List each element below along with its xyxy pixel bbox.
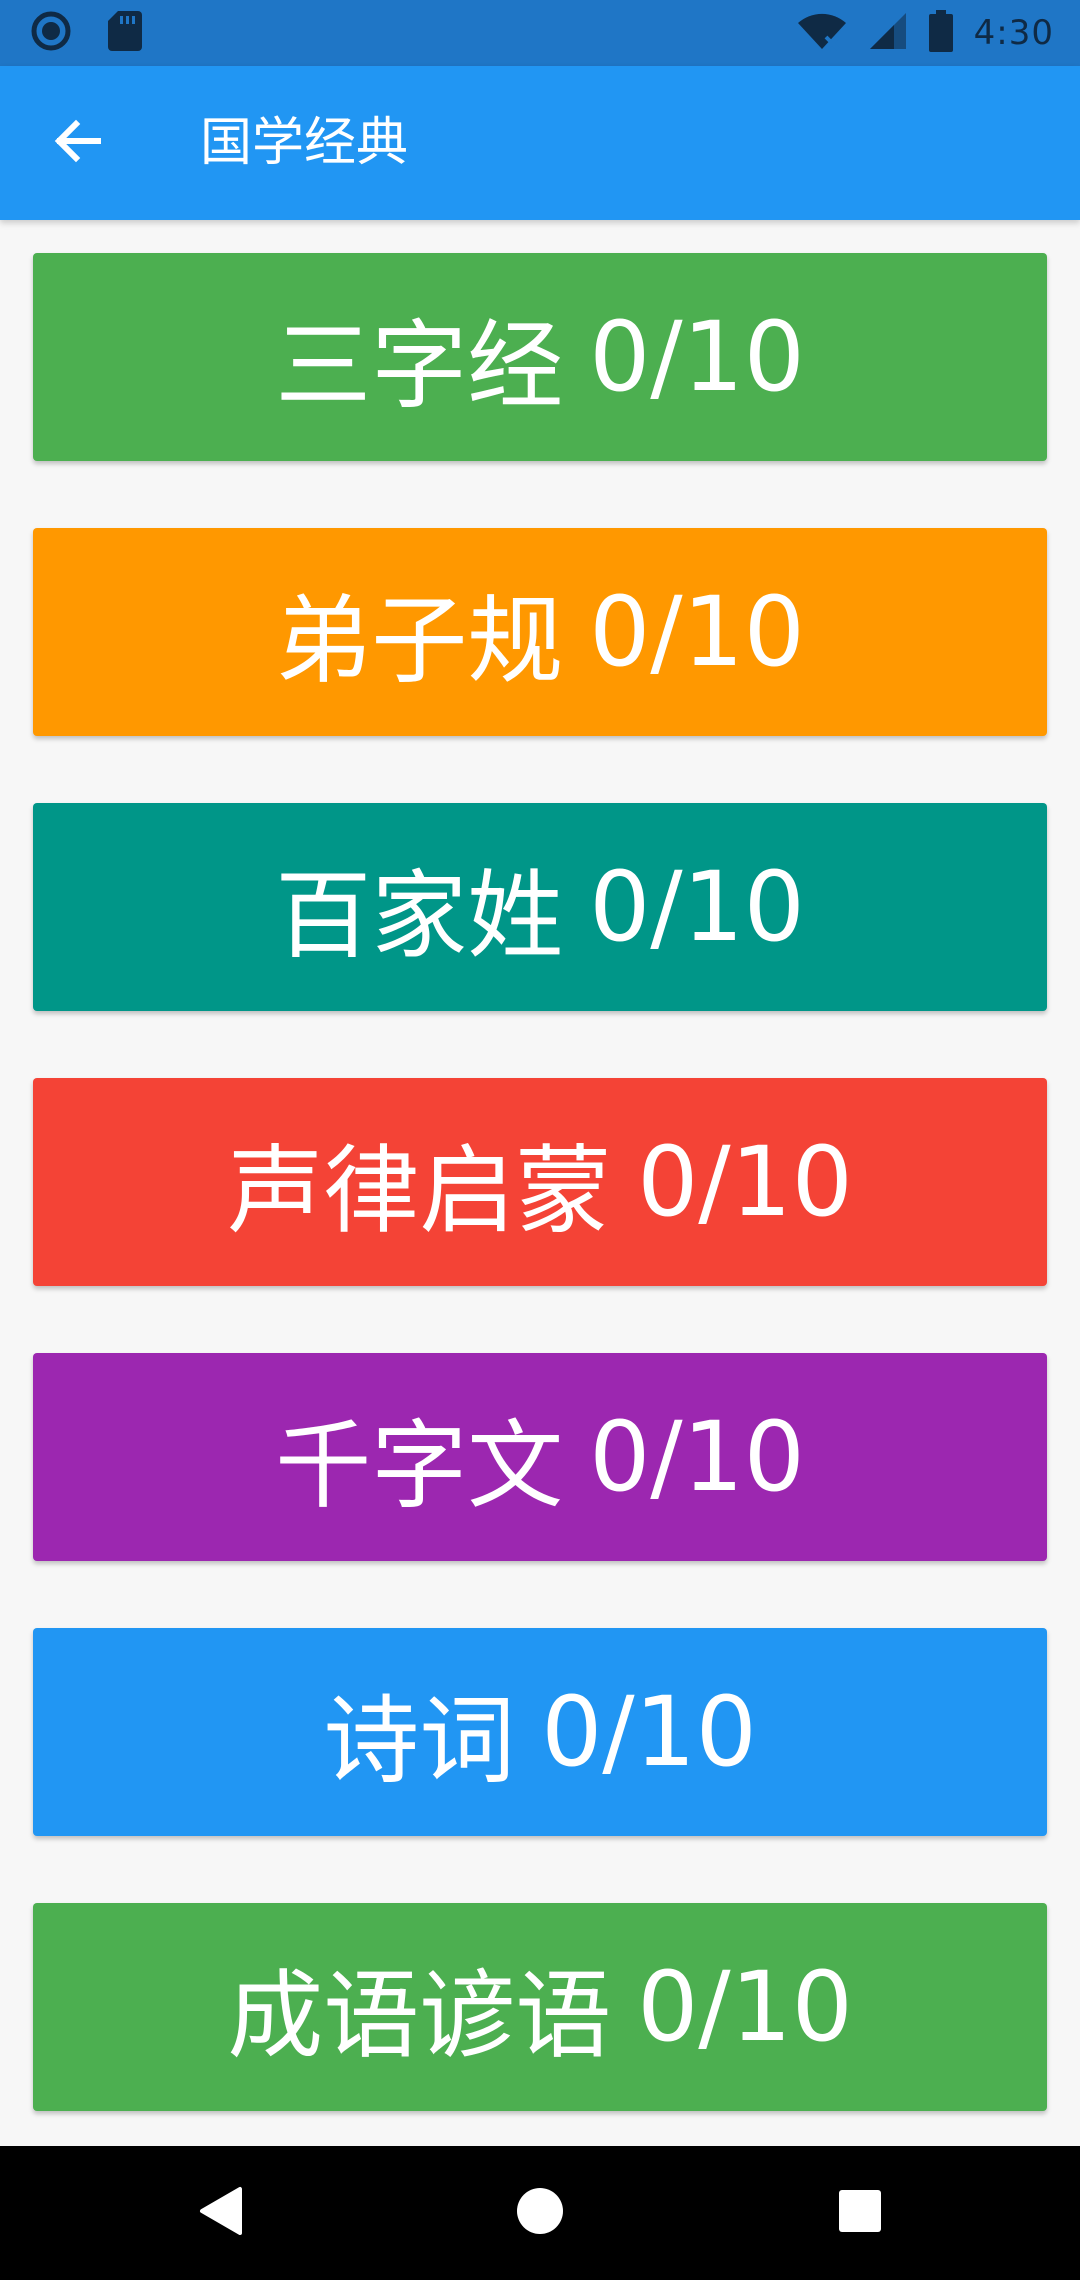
card-title: 声律启蒙	[227, 1134, 612, 1247]
page-title: 国学经典	[200, 113, 409, 173]
sd-card-icon	[108, 11, 142, 55]
card-title: 成语谚语	[227, 1959, 612, 2072]
card-progress: 0/10	[589, 851, 805, 963]
card-progress: 0/10	[541, 1676, 757, 1788]
card-progress: 0/10	[589, 301, 805, 413]
category-card-shenglvqimeng[interactable]: 声律启蒙 0/10	[33, 1078, 1047, 1286]
nav-back-button[interactable]	[175, 2168, 265, 2258]
status-right: 4:30	[796, 10, 1054, 56]
back-button[interactable]	[40, 106, 114, 180]
card-title: 千字文	[275, 1409, 564, 1522]
screen: 4:30 国学经典 三字经 0/10 弟子规 0/10 百家姓 0/10 声律启蒙 0/…	[0, 0, 1080, 2280]
category-card-dizigui[interactable]: 弟子规 0/10	[33, 528, 1047, 736]
status-bar: 4:30	[0, 0, 1080, 66]
app-bar: 国学经典	[0, 66, 1080, 220]
home-circle-icon	[515, 2186, 565, 2240]
battery-icon	[928, 10, 954, 56]
card-title: 诗词	[323, 1684, 516, 1797]
card-progress: 0/10	[637, 1126, 853, 1238]
circle-app-icon	[30, 10, 72, 56]
status-time: 4:30	[973, 13, 1054, 53]
card-progress: 0/10	[637, 1951, 853, 2063]
arrow-left-icon	[52, 116, 102, 170]
back-triangle-icon	[196, 2185, 244, 2241]
category-card-shici[interactable]: 诗词 0/10	[33, 1628, 1047, 1836]
recents-square-icon	[838, 2189, 882, 2237]
category-card-qianziwen[interactable]: 千字文 0/10	[33, 1353, 1047, 1561]
card-progress: 0/10	[589, 576, 805, 688]
nav-home-button[interactable]	[495, 2168, 585, 2258]
card-title: 弟子规	[275, 584, 564, 697]
card-title: 三字经	[275, 309, 564, 422]
card-title: 百家姓	[275, 859, 564, 972]
category-card-sanzijing[interactable]: 三字经 0/10	[33, 253, 1047, 461]
nav-recents-button[interactable]	[815, 2168, 905, 2258]
navigation-bar	[0, 2146, 1080, 2280]
category-card-baijiaxing[interactable]: 百家姓 0/10	[33, 803, 1047, 1011]
wifi-icon	[796, 11, 848, 55]
card-progress: 0/10	[589, 1401, 805, 1513]
signal-icon	[868, 11, 908, 55]
classics-list: 三字经 0/10 弟子规 0/10 百家姓 0/10 声律启蒙 0/10 千字文 0/10…	[0, 220, 1080, 2146]
status-left	[30, 10, 142, 56]
category-card-chengyu[interactable]: 成语谚语 0/10	[33, 1903, 1047, 2111]
